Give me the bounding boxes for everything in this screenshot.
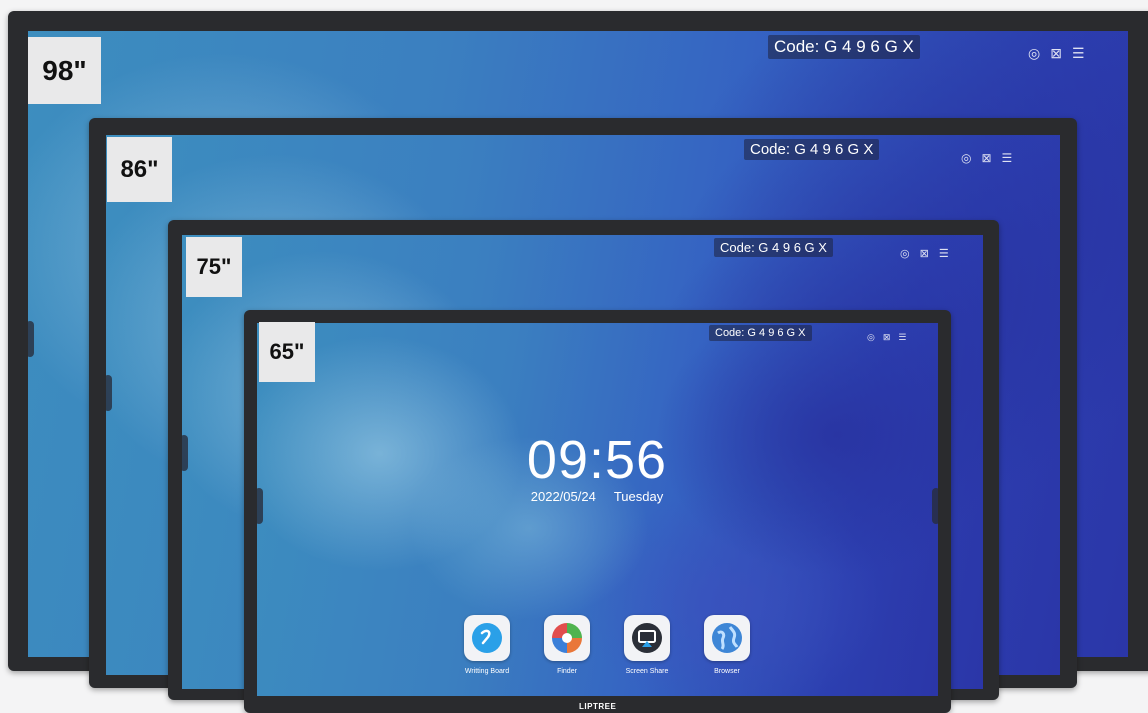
hotspot-icon[interactable]: ◎: [961, 151, 971, 165]
status-bar: ◎ ⊠ ☰: [867, 332, 906, 343]
side-menu-handle-right[interactable]: [932, 488, 938, 524]
app-label: Writting Board: [464, 668, 510, 675]
camera-off-icon[interactable]: ⊠: [1050, 45, 1062, 62]
clock-date: 2022/05/24: [530, 489, 596, 504]
side-menu-handle[interactable]: [182, 435, 188, 471]
home-clock: 09:56 2022/05/24 Tuesday: [502, 433, 692, 504]
app-screen-share[interactable]: Screen Share: [620, 615, 674, 675]
size-label-65: 65": [259, 322, 315, 382]
display-65: Code: G 4 9 6 G X ◎ ⊠ ☰ 09:56 2022/05/24…: [244, 310, 951, 713]
camera-off-icon[interactable]: ⊠: [883, 332, 891, 343]
display-65-screen: Code: G 4 9 6 G X ◎ ⊠ ☰ 09:56 2022/05/24…: [257, 323, 938, 696]
writing-board-icon[interactable]: [464, 615, 510, 661]
pairing-code: Code: G 4 9 6 G X: [744, 139, 880, 160]
side-menu-handle[interactable]: [257, 488, 263, 524]
pairing-code: Code: G 4 9 6 G X: [714, 238, 833, 257]
wifi-icon[interactable]: ☰: [898, 332, 906, 343]
camera-off-icon[interactable]: ⊠: [920, 247, 929, 260]
side-menu-handle[interactable]: [106, 375, 112, 411]
app-finder[interactable]: Finder: [540, 615, 594, 675]
hotspot-icon[interactable]: ◎: [1028, 45, 1040, 62]
app-browser[interactable]: Browser: [700, 615, 754, 675]
app-dock: Writting Board Finder Screen Share Brows…: [460, 615, 754, 675]
clock-time: 09:56: [526, 430, 668, 490]
status-bar: ◎ ⊠ ☰: [1028, 45, 1085, 62]
app-label: Browser: [714, 668, 740, 675]
brand-logo: LIPTREE: [579, 702, 617, 711]
finder-icon[interactable]: [544, 615, 590, 661]
wifi-icon[interactable]: ☰: [1072, 45, 1085, 62]
wifi-icon[interactable]: ☰: [1002, 151, 1013, 165]
clock-weekday: Tuesday: [613, 489, 664, 504]
size-label-86: 86": [107, 137, 172, 202]
screen-share-icon[interactable]: [624, 615, 670, 661]
pairing-code: Code: G 4 9 6 G X: [709, 325, 812, 341]
app-label: Screen Share: [625, 668, 669, 675]
clock-date-row: 2022/05/24 Tuesday: [502, 489, 692, 504]
pairing-code: Code: G 4 9 6 G X: [768, 35, 920, 59]
app-label: Finder: [557, 668, 577, 675]
browser-icon[interactable]: [704, 615, 750, 661]
app-writing-board[interactable]: Writting Board: [460, 615, 514, 675]
wifi-icon[interactable]: ☰: [939, 247, 949, 260]
hotspot-icon[interactable]: ◎: [867, 332, 875, 343]
status-bar: ◎ ⊠ ☰: [961, 151, 1012, 165]
side-menu-handle[interactable]: [28, 321, 34, 357]
camera-off-icon[interactable]: ⊠: [981, 151, 991, 165]
hotspot-icon[interactable]: ◎: [900, 247, 910, 260]
size-label-75: 75": [186, 237, 242, 297]
size-label-98: 98": [28, 37, 101, 104]
status-bar: ◎ ⊠ ☰: [900, 247, 949, 260]
